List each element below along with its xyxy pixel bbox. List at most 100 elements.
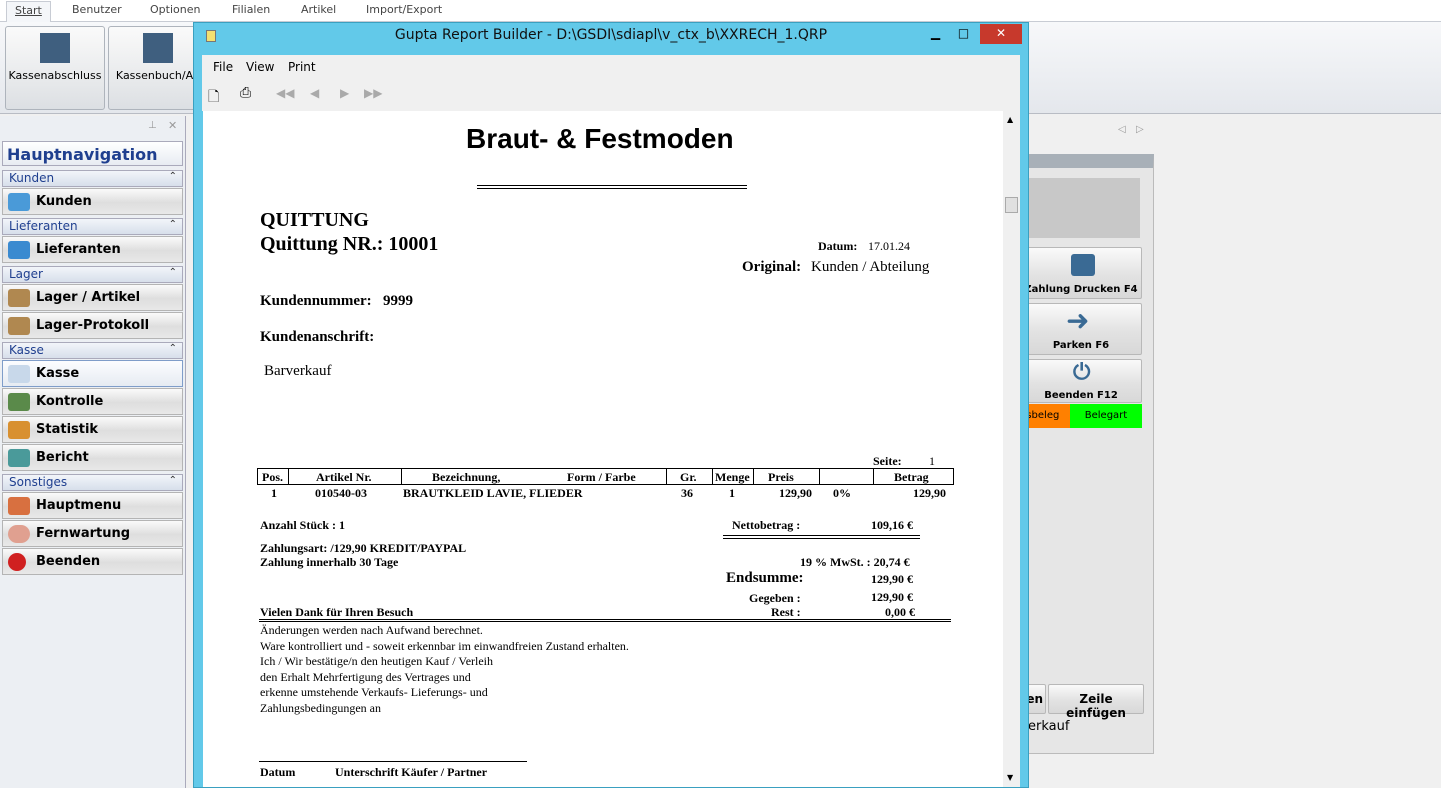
print-preview-icon[interactable]: 🗋 bbox=[208, 86, 219, 110]
sidebar-items-fernwartung: Fernwartung bbox=[36, 526, 131, 541]
report-columns-1: Artikel Nr. bbox=[316, 470, 372, 484]
sidebar-items-bericht: Bericht bbox=[36, 450, 89, 465]
next-page-icon[interactable]: ▶ bbox=[340, 86, 349, 100]
tab-optionen[interactable]: Optionen bbox=[150, 3, 200, 16]
kassenbuch-label: Kassenbuch/Au bbox=[115, 69, 201, 82]
report-columns-8: Betrag bbox=[894, 470, 929, 484]
report-kundennummer-label: Kundennummer: bbox=[260, 293, 372, 309]
section-lager[interactable]: Lager ⌃ bbox=[2, 266, 183, 283]
sidebar-sections-kunden: Kunden bbox=[9, 171, 55, 185]
table-header: Pos. Artikel Nr. Bezeichnung, Form / Far… bbox=[257, 468, 954, 485]
tab-filialen[interactable]: Filialen bbox=[232, 3, 270, 16]
sidebar-sections-kasse: Kasse bbox=[9, 343, 44, 357]
tab-import-export[interactable]: Import/Export bbox=[366, 3, 442, 16]
report-rows-0-preis: 129,90 bbox=[779, 486, 812, 500]
sidebar-item-lieferanten[interactable]: Lieferanten bbox=[2, 236, 183, 263]
display-area bbox=[1018, 178, 1140, 238]
belegart-field[interactable]: Belegart bbox=[1070, 404, 1142, 428]
section-kasse[interactable]: Kasse ⌃ bbox=[2, 342, 183, 359]
divider bbox=[259, 619, 951, 622]
collapse-icon: ⌃ bbox=[168, 171, 177, 182]
vertical-scrollbar[interactable]: ▲ ▼ bbox=[1003, 111, 1020, 787]
kassenabschluss-button[interactable]: Kassenabschluss bbox=[5, 26, 105, 110]
report-rows-0-gr: 36 bbox=[681, 486, 693, 500]
zahlungsart: Zahlungsart: /129,90 KREDIT/PAYPAL bbox=[260, 541, 467, 555]
sidebar-items-beenden: Beenden bbox=[36, 554, 101, 569]
report-rows-0-menge: 1 bbox=[729, 486, 735, 500]
power-icon: ⏻ bbox=[1073, 360, 1091, 385]
sidebar-item-kontrolle[interactable]: Kontrolle bbox=[2, 388, 183, 415]
sidebar-sections-sonstiges: Sonstiges bbox=[9, 475, 68, 489]
collapse-icon: ⌃ bbox=[168, 343, 177, 354]
sidebar-item-lager-artikel[interactable]: Lager / Artikel bbox=[2, 284, 183, 311]
maximize-button[interactable]: □ bbox=[950, 24, 977, 44]
sidebar-item-kasse[interactable]: Kasse bbox=[2, 360, 183, 387]
gegeben-label: Gegeben : bbox=[749, 591, 801, 605]
kundenanschrift-label: Kundenanschrift: bbox=[260, 329, 375, 345]
sidebar-item-kunden[interactable]: Kunden bbox=[2, 188, 183, 215]
first-page-icon[interactable]: ◀◀ bbox=[276, 86, 294, 100]
section-kunden[interactable]: Kunden ⌃ bbox=[2, 170, 183, 187]
doc-type: QUITTUNG bbox=[260, 209, 369, 231]
close-icon[interactable]: ✕ bbox=[168, 119, 177, 132]
section-lieferanten[interactable]: Lieferanten ⌃ bbox=[2, 218, 183, 235]
netto-value: 109,16 € bbox=[871, 518, 913, 532]
sidebar-item-hauptmenu[interactable]: Hauptmenu bbox=[2, 492, 183, 519]
power-icon bbox=[8, 553, 26, 571]
sidebar-item-lager-protokoll[interactable]: Lager-Protokoll bbox=[2, 312, 183, 339]
original-label: Original: bbox=[742, 259, 802, 275]
kundenanschrift-value: Barverkauf bbox=[264, 363, 332, 379]
scroll-thumb[interactable] bbox=[1005, 197, 1018, 213]
sidebar-item-bericht[interactable]: Bericht bbox=[2, 444, 183, 471]
signature-datum: Datum bbox=[260, 765, 296, 779]
sidebar-item-statistik[interactable]: Statistik bbox=[2, 416, 183, 443]
doc-number: Quittung NR.: 10001 bbox=[260, 233, 438, 256]
menu-view[interactable]: View bbox=[246, 60, 274, 74]
scroll-right-icon[interactable]: ▷ bbox=[1136, 124, 1144, 135]
report-rows-0-bez: BRAUTKLEID LAVIE, FLIEDER bbox=[403, 486, 583, 500]
netto-underline bbox=[723, 535, 920, 539]
truck-icon bbox=[8, 241, 30, 259]
scroll-up-icon: ▲ bbox=[1007, 115, 1014, 124]
menu-print[interactable]: Print bbox=[288, 60, 316, 74]
anzahl-stueck: Anzahl Stück : 1 bbox=[260, 518, 346, 532]
box-icon bbox=[8, 317, 30, 335]
report-columns-5: Menge bbox=[715, 470, 750, 484]
beenden-button[interactable]: ⏻ Beenden F12 bbox=[1020, 359, 1142, 403]
report-rows-0-artikel: 010540-03 bbox=[315, 486, 367, 500]
netto-label: Nettobetrag : bbox=[732, 518, 801, 532]
tab-benutzer[interactable]: Benutzer bbox=[72, 3, 122, 16]
scroll-left-icon[interactable]: ◁ bbox=[1118, 124, 1126, 135]
report-rows-0-pos: 1 bbox=[271, 486, 277, 500]
section-sonstiges[interactable]: Sonstiges ⌃ bbox=[2, 474, 183, 491]
zeile-einfuegen-button[interactable]: Zeile einfügen bbox=[1048, 684, 1144, 720]
report-doc-nr: 10001 bbox=[388, 233, 439, 255]
close-button[interactable]: ✕ bbox=[980, 24, 1022, 44]
sidebar-item-beenden[interactable]: Beenden bbox=[2, 548, 183, 575]
tab-start[interactable]: Start bbox=[6, 1, 51, 22]
verkauf-label: erkauf bbox=[1028, 719, 1070, 734]
report-columns-0: Pos. bbox=[262, 470, 283, 484]
minimize-button[interactable]: ▁ bbox=[922, 24, 949, 44]
parken-button[interactable]: ➜ Parken F6 bbox=[1020, 303, 1142, 355]
dank-text: Vielen Dank für Ihren Besuch bbox=[260, 605, 414, 619]
tab-artikel[interactable]: Artikel bbox=[301, 3, 336, 16]
element bbox=[819, 469, 820, 484]
report-builder-window: Gupta Report Builder - D:\GSDI\sdiapl\v_… bbox=[193, 22, 1029, 788]
sidebar-items-kasse: Kasse bbox=[36, 366, 80, 381]
report-footer-lines-3: den Erhalt Mehrfertigung des Vertrages u… bbox=[260, 669, 471, 684]
report-page: Braut- & Festmoden QUITTUNG Quittung NR.… bbox=[203, 111, 1003, 787]
chart-icon bbox=[40, 33, 70, 63]
last-page-icon[interactable]: ▶▶ bbox=[364, 86, 382, 100]
element bbox=[288, 469, 289, 484]
arrow-right-icon: ➜ bbox=[1066, 304, 1090, 337]
printer-icon[interactable]: ⎙ bbox=[240, 85, 251, 101]
pin-icon[interactable]: ⊥ bbox=[148, 120, 157, 131]
zahlung-drucken-button[interactable]: Zahlung Drucken F4 bbox=[1020, 247, 1142, 299]
kundennummer: Kundennummer: 9999 bbox=[260, 293, 413, 310]
sidebar-item-fernwartung[interactable]: Fernwartung bbox=[2, 520, 183, 547]
scroll-down-icon: ▼ bbox=[1007, 773, 1014, 782]
prev-page-icon[interactable]: ◀ bbox=[310, 86, 319, 100]
menu-file[interactable]: File bbox=[213, 60, 233, 74]
table-row: 1 010540-03 BRAUTKLEID LAVIE, FLIEDER 36… bbox=[257, 486, 954, 502]
